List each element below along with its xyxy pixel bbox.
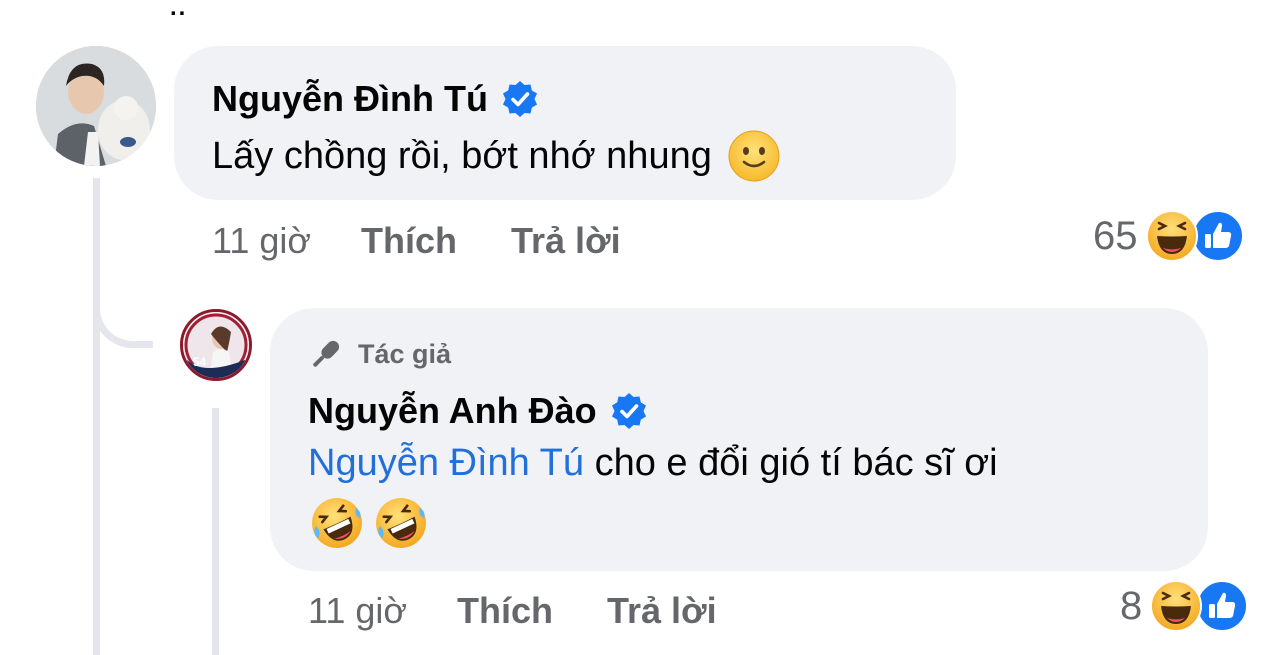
reply-text: Nguyễn Đình Tú cho e đổi gió tí bác sĩ ơ… [308,442,998,485]
like-button[interactable]: Thích [457,590,553,631]
reply-author-name[interactable]: Nguyễn Anh Đào [308,390,597,432]
author-badge: Tác giả [308,336,451,372]
reply-emojis [310,496,428,550]
comment-reactions[interactable]: 65 [1093,210,1244,262]
truncated-text: .. [170,0,188,21]
comment-timestamp[interactable]: 11 giờ [212,220,311,261]
reply-button[interactable]: Trả lời [607,590,717,631]
thread-line-branch [93,290,153,348]
comment-text: Lấy chồng rồi, bớt nhớ nhung [212,130,780,182]
haha-icon [1145,210,1198,262]
reply-timestamp[interactable]: 11 giờ [308,590,407,631]
haha-icon [1150,580,1203,632]
reply-avatar[interactable]: 54 [180,309,252,381]
avatar[interactable] [36,46,156,166]
reply-reactions[interactable]: 8 [1120,580,1249,632]
svg-text:54: 54 [193,355,207,369]
rofl-icon [376,498,426,548]
verified-badge-icon [611,393,646,429]
verified-badge-icon [502,81,537,117]
slightly-smiling-face-icon [728,130,780,182]
reply-actions: 11 giờ Thích Trả lời [308,590,717,632]
thread-line-reply [212,408,219,655]
comment-actions: 11 giờ Thích Trả lời [212,220,621,262]
reaction-count: 65 [1093,213,1138,258]
comment-text-content: Lấy chồng rồi, bớt nhớ nhung [212,134,712,177]
reply-text-content: cho e đổi gió tí bác sĩ ơi [584,442,998,484]
rofl-icon [312,498,362,548]
thread-line-main [93,178,100,655]
reply-button[interactable]: Trả lời [511,220,621,261]
reply-author[interactable]: Nguyễn Anh Đào [308,390,647,432]
author-badge-label: Tác giả [358,338,452,369]
microphone-icon [313,340,340,367]
like-button[interactable]: Thích [361,220,457,261]
comment-author[interactable]: Nguyễn Đình Tú [212,78,538,120]
like-icon [1196,580,1249,632]
reaction-count: 8 [1120,583,1143,628]
mention-link[interactable]: Nguyễn Đình Tú [308,442,584,485]
like-icon [1191,210,1244,262]
comment-author-name[interactable]: Nguyễn Đình Tú [212,78,488,120]
